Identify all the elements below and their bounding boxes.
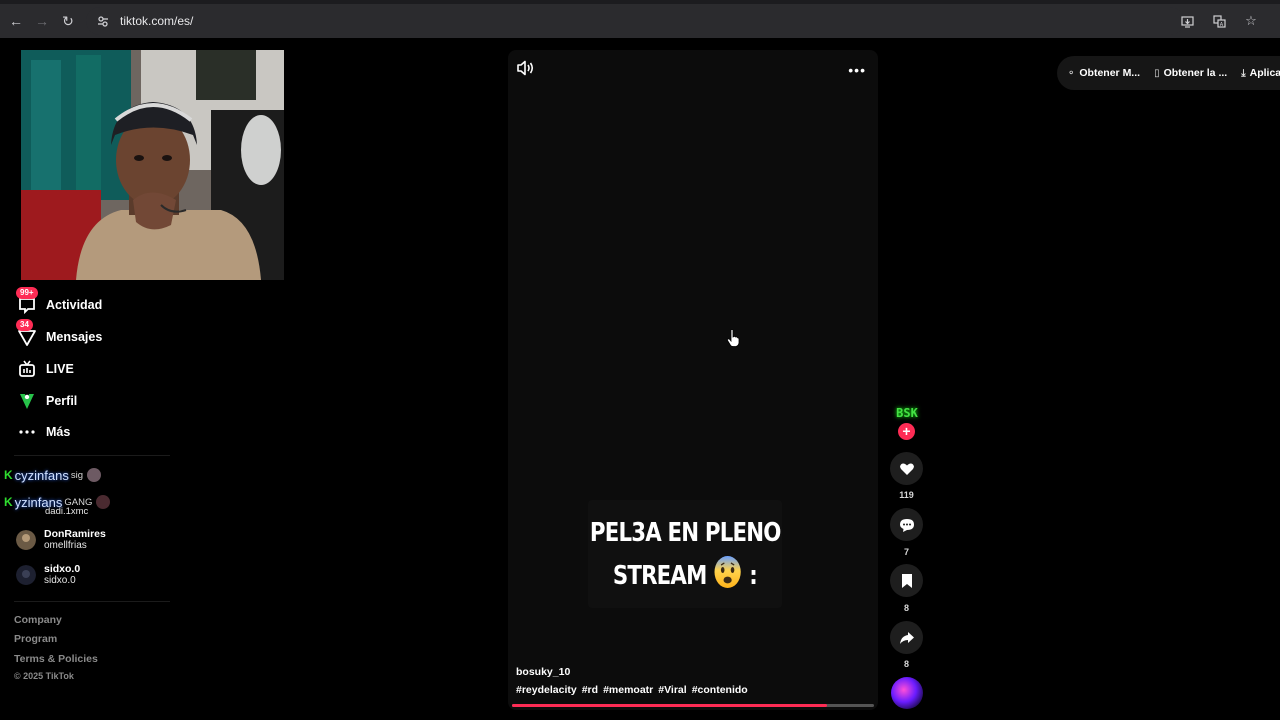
account-name: DonRamires [44, 528, 106, 540]
comment-button[interactable] [890, 508, 923, 541]
sidebar-item-perfil[interactable]: Perfil [16, 389, 77, 413]
follow-plus-icon[interactable]: + [898, 423, 915, 440]
caption-line-2: STREAM : [612, 554, 758, 597]
sidebar-divider [14, 601, 170, 602]
footer-link-company[interactable]: Company [14, 614, 62, 626]
download-app-label: Aplica [1249, 67, 1280, 79]
avatar [16, 530, 36, 550]
sidebar-item-actividad[interactable]: 99+ Actividad [16, 287, 103, 317]
save-count: 8 [903, 603, 909, 613]
overlay-text: cyzinfans [14, 467, 69, 483]
share-arrow-icon [899, 631, 914, 644]
caption-line-1: PEL3A EN PLENO [589, 517, 781, 548]
back-arrow-icon[interactable]: ← [3, 8, 29, 34]
translate-icon[interactable]: A [1206, 8, 1232, 34]
sidebar-item-label: Más [46, 425, 71, 439]
get-app-button[interactable]: ▯ Obtener la ... [1154, 67, 1227, 79]
followed-account[interactable]: DonRamires omellfrias [16, 528, 106, 552]
caption-suffix: : [749, 560, 758, 591]
bookmark-star-icon[interactable]: ☆ [1238, 8, 1264, 34]
account-handle: dadi.1xmc [45, 506, 89, 517]
install-app-icon[interactable] [1174, 8, 1200, 34]
sidebar-item-live[interactable]: LIVE [16, 357, 74, 381]
profile-icon [16, 390, 38, 412]
like-count: 119 [899, 490, 914, 500]
svg-text:A: A [1219, 22, 1223, 28]
inbox-icon: 99+ [16, 287, 38, 316]
messages-icon: 34 [16, 319, 38, 348]
video-player[interactable]: ••• PEL3A EN PLENO STREAM : bosuky_10 #r… [508, 50, 878, 710]
activity-badge: 99+ [16, 287, 38, 299]
footer-link-program[interactable]: Program [14, 633, 57, 645]
footer-link-terms[interactable]: Terms & Policies [14, 653, 98, 665]
hashtag-link[interactable]: #rd [582, 684, 598, 696]
overlay-avatar-icon [96, 495, 111, 509]
address-bar[interactable]: tiktok.com/es/ [86, 7, 1184, 35]
account-handle: sidxo.0 [44, 575, 76, 586]
streamer-webcam [21, 50, 284, 280]
sidebar-item-label: Mensajes [46, 330, 103, 344]
sidebar-divider [14, 455, 170, 456]
share-count: 8 [903, 659, 909, 669]
fearful-face-icon [714, 555, 742, 588]
overlay-prefix: K [4, 468, 13, 482]
stream-overlay-line: K cyzinfans sig [4, 467, 103, 483]
sidebar-item-label: Perfil [46, 394, 78, 408]
account-name: sidxo.0 [44, 563, 81, 575]
sidebar-item-label: LIVE [46, 362, 74, 376]
hashtag-list: #reydelacity #rd #memoatr #Viral #conten… [516, 684, 748, 696]
comment-icon [899, 518, 914, 532]
sidebar-item-label: Actividad [46, 298, 103, 312]
live-icon [16, 358, 38, 380]
download-app-button[interactable]: ⤓ Aplica [1241, 67, 1280, 79]
reload-icon[interactable]: ↻ [55, 8, 81, 34]
browser-toolbar: ← → ↻ tiktok.com/es/ A ☆ [0, 4, 1280, 38]
get-app-label: Obtener la ... [1163, 67, 1228, 79]
url-text: tiktok.com/es/ [120, 14, 194, 28]
comment-count: 7 [903, 547, 909, 557]
volume-icon[interactable] [516, 58, 536, 78]
caption-line-2-text: STREAM [612, 560, 708, 591]
creator-avatar[interactable]: BSK [892, 406, 922, 420]
hand-cursor-icon [726, 329, 740, 347]
get-coins-button[interactable]: ⚬ Obtener M... [1067, 67, 1140, 79]
video-progress-fill [512, 704, 827, 707]
sidebar-item-mensajes[interactable]: 34 Mensajes [16, 319, 103, 349]
hashtag-link[interactable]: #reydelacity [516, 684, 577, 696]
overlay-prefix: K [4, 495, 13, 509]
save-button[interactable] [890, 564, 923, 597]
share-button[interactable] [890, 621, 923, 654]
hashtag-link[interactable]: #contenido [692, 684, 748, 696]
avatar [16, 565, 36, 585]
video-author[interactable]: bosuky_10 [516, 666, 570, 678]
get-app-bar: ⚬ Obtener M... ▯ Obtener la ... ⤓ Aplica [1057, 56, 1280, 90]
video-progress-bar[interactable] [512, 704, 874, 707]
heart-icon [899, 463, 914, 475]
hashtag-link[interactable]: #Viral [658, 684, 686, 696]
like-button[interactable] [890, 452, 923, 485]
phone-icon: ▯ [1154, 67, 1160, 79]
sidebar-item-mas[interactable]: Más [16, 420, 70, 444]
overlay-ghost-text: sig [70, 469, 84, 481]
bookmark-icon [901, 573, 912, 588]
music-disc-icon[interactable] [891, 677, 923, 709]
messages-badge: 34 [16, 319, 33, 331]
account-handle: omellfrias [44, 540, 87, 551]
overlay-avatar-icon [87, 468, 102, 482]
get-coins-label: Obtener M... [1079, 67, 1141, 79]
hashtag-link[interactable]: #memoatr [603, 684, 653, 696]
followed-account[interactable]: sidxo.0 sidxo.0 [16, 563, 80, 587]
site-settings-icon[interactable] [94, 12, 112, 30]
video-caption: PEL3A EN PLENO STREAM : [588, 500, 782, 608]
copyright-text: © 2025 TikTok [14, 671, 74, 681]
forward-arrow-icon[interactable]: → [29, 8, 55, 34]
coin-icon: ⚬ [1067, 67, 1076, 79]
more-options-icon[interactable]: ••• [848, 62, 866, 78]
download-icon: ⤓ [1241, 67, 1246, 79]
more-dots-icon [16, 421, 38, 443]
